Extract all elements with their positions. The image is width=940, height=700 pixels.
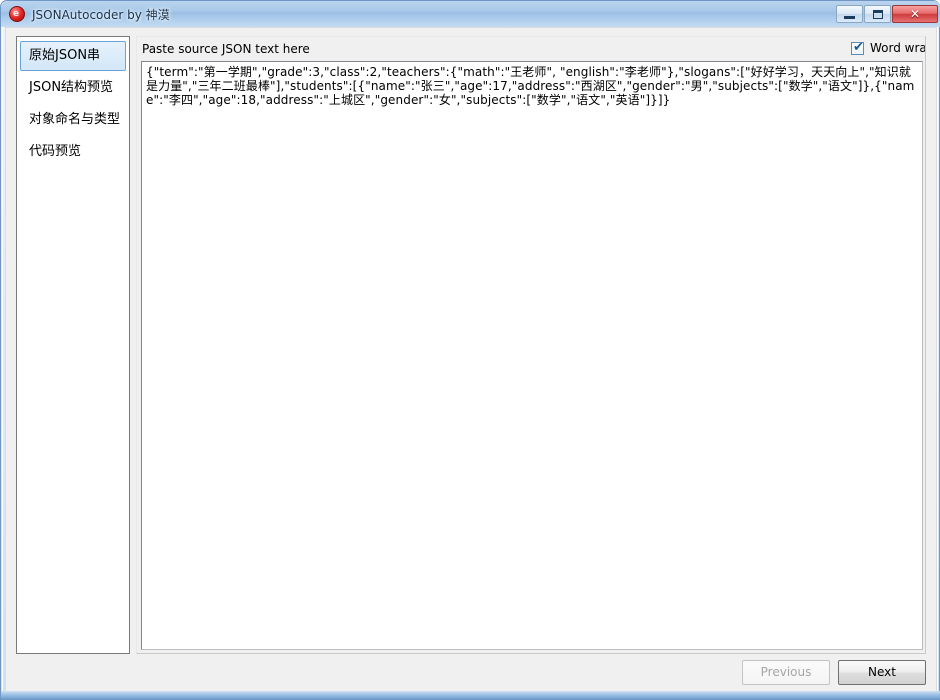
close-icon: ✕ [909, 7, 921, 21]
main-panel: Paste source JSON text here ✔ Word wrap … [136, 36, 926, 654]
application-window: e JSONAutocoder by 神漠 ✕ 原始JSON串 JSON结构预览 [0, 0, 940, 700]
window-title: JSONAutocoder by 神漠 [32, 7, 170, 22]
title-bar[interactable]: e JSONAutocoder by 神漠 ✕ [1, 1, 940, 27]
sidebar-nav: 原始JSON串 JSON结构预览 对象命名与类型 代码预览 [16, 36, 130, 654]
sidebar-item-label: 代码预览 [29, 144, 82, 159]
wizard-footer: Previous Next [6, 652, 938, 692]
json-source-textarea[interactable]: {"term":"第一学期","grade":3,"class":2,"teac… [141, 61, 923, 650]
word-wrap-checkbox[interactable]: ✔ Word wrap [851, 41, 925, 55]
minimize-icon [844, 16, 855, 19]
json-source-text: {"term":"第一学期","grade":3,"class":2,"teac… [146, 65, 915, 107]
previous-button[interactable]: Previous [742, 659, 830, 685]
maximize-button[interactable] [864, 5, 891, 23]
word-wrap-label: Word wrap [870, 41, 925, 55]
sidebar-item-raw-json[interactable]: 原始JSON串 [20, 41, 126, 71]
window-bottom-edge [1, 691, 940, 699]
sidebar-item-label: JSON结构预览 [29, 80, 114, 95]
next-button[interactable]: Next [838, 659, 926, 685]
app-red-circle-icon: e [9, 6, 25, 22]
sidebar-item-label: 对象命名与类型 [29, 112, 121, 127]
minimize-button[interactable] [836, 5, 863, 23]
maximize-icon [872, 9, 883, 19]
paste-instruction-label: Paste source JSON text here [142, 42, 310, 56]
sidebar-item-object-naming-and-type[interactable]: 对象命名与类型 [20, 105, 126, 135]
client-area: 原始JSON串 JSON结构预览 对象命名与类型 代码预览 Paste sour… [5, 27, 937, 693]
checkmark-icon: ✔ [853, 41, 864, 55]
panel-header: Paste source JSON text here ✔ Word wrap [137, 37, 927, 61]
sidebar-item-code-preview[interactable]: 代码预览 [20, 137, 126, 167]
close-button[interactable]: ✕ [892, 5, 938, 23]
sidebar-item-label: 原始JSON串 [29, 48, 101, 63]
window-controls: ✕ [836, 5, 938, 23]
sidebar-item-json-structure-preview[interactable]: JSON结构预览 [20, 73, 126, 103]
checkbox-box[interactable]: ✔ [851, 41, 864, 55]
